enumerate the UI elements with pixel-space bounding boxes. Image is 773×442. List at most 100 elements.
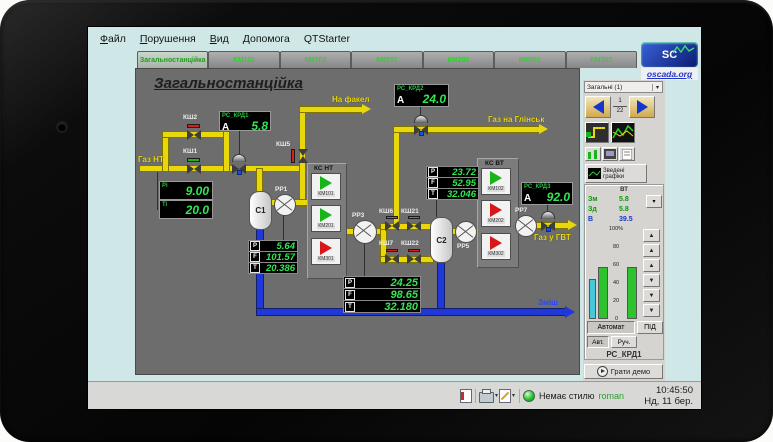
valve-ksh21[interactable] [407, 221, 421, 231]
prev-page-button[interactable] [585, 96, 611, 118]
separator-c1[interactable]: C1 [249, 191, 272, 230]
step-max-button[interactable]: ▲ [643, 229, 660, 242]
control-panel: Загальні (1) ▾ 1 22 [583, 80, 665, 382]
exchanger-pp5[interactable] [455, 221, 477, 243]
param-letter: P [345, 278, 355, 288]
compressor-km301[interactable]: КМ301 [311, 238, 341, 265]
date-value: Нд, 11 бер. [644, 396, 693, 407]
valve-ksh6[interactable] [385, 221, 399, 231]
valve-ksh5-label: КШ5 [276, 141, 290, 148]
param-value: 32.046 [439, 189, 478, 200]
tablet-frame: Файл Порушення Вид Допомога QTStarter За… [0, 0, 773, 442]
tab-km202[interactable]: КМ202 [423, 51, 494, 68]
gvt-flow-label: Газ у ГВТ [534, 233, 571, 242]
document-view-button[interactable] [619, 147, 635, 161]
compressor-km302-label: КМ302 [487, 251, 504, 257]
connector-line [157, 169, 158, 210]
control-valve-krd3-positioner [546, 227, 551, 232]
valve-ksh1-state [187, 158, 200, 162]
scale-40: 40 [613, 280, 619, 286]
next-page-button[interactable] [629, 96, 655, 118]
exchanger-pp5-label: РР5 [457, 243, 469, 250]
graph-thumbnail-icon [588, 168, 601, 179]
printer-icon[interactable] [479, 392, 494, 403]
compressor-km101[interactable]: КМ101 [311, 173, 341, 200]
menu-file[interactable]: Файл [100, 33, 126, 45]
step-up-fast-button[interactable]: ▲ [643, 244, 660, 257]
param-letter: F [250, 252, 260, 262]
tab-km302[interactable]: КМ302 [566, 51, 637, 68]
tab-zagalnostanciyka[interactable]: Загальностанційка [137, 51, 208, 68]
compressor-km102[interactable]: КМ102 [481, 168, 511, 195]
valve-ksh22[interactable] [407, 254, 421, 264]
tab-km101[interactable]: КМ101 [208, 51, 279, 68]
mnemo-view-button[interactable] [585, 122, 609, 143]
bars-view-button[interactable] [585, 147, 601, 161]
arrow-down-icon: ▼ [649, 308, 655, 314]
step-down-button[interactable]: ▼ [643, 274, 660, 287]
meter-pi[interactable]: Pi 9.00 [159, 181, 213, 200]
chevron-down-icon[interactable]: ▾ [512, 392, 515, 399]
regulator-krd1-display[interactable]: РС_КРД1 А 5.8 [219, 111, 271, 131]
arrow-right-icon [637, 100, 648, 114]
play-demo-button[interactable]: Грати демо [584, 364, 663, 379]
screen-view-button[interactable] [602, 147, 618, 161]
param-value: 20.386 [261, 263, 297, 274]
valve-ksh5[interactable] [298, 149, 308, 163]
oscada-site-link[interactable]: oscada.org [641, 68, 698, 80]
separator-c2[interactable]: C2 [430, 217, 453, 263]
exchanger-pp3[interactable] [353, 220, 377, 244]
group-select-combobox[interactable]: Загальні (1) ▾ [584, 81, 663, 93]
param-letter: T [250, 263, 260, 273]
menu-qtstarter[interactable]: QTStarter [304, 33, 350, 45]
edit-document-icon[interactable] [499, 389, 511, 403]
tab-km201[interactable]: КМ201 [351, 51, 422, 68]
menu-view[interactable]: Вид [210, 33, 229, 45]
summary-graphs-button[interactable]: Зведені графіки [585, 164, 647, 183]
time-value: 10:45:50 [644, 385, 693, 396]
gas-pipe [163, 132, 168, 171]
screen-icon [604, 149, 616, 159]
compressor-km302[interactable]: КМ302 [481, 233, 511, 260]
regulator-krd2-display[interactable]: РС_КРД2 А 24.0 [394, 84, 449, 107]
valve-ksh2[interactable] [187, 130, 201, 140]
sub-manual-button[interactable]: Руч. [611, 336, 637, 348]
mode-auto-button[interactable]: Автомат [587, 321, 635, 334]
chevron-down-icon[interactable]: ▾ [495, 392, 498, 399]
step-min-button[interactable]: ▼ [643, 304, 660, 317]
chevron-down-icon: ▾ [652, 84, 662, 91]
compressor-km201[interactable]: КМ201 [311, 205, 341, 232]
output-bargraph [589, 279, 596, 319]
tab-km301[interactable]: КМ301 [494, 51, 565, 68]
arrow-up-icon: ▲ [649, 248, 655, 254]
document-icon[interactable] [460, 389, 472, 403]
sub-auto-label: Авт. [592, 339, 604, 346]
compressor-km202[interactable]: КМ202 [481, 200, 511, 227]
charts-view-button[interactable] [611, 122, 635, 143]
param-value: 101.57 [261, 252, 297, 263]
menu-help[interactable]: Допомога [243, 33, 290, 45]
meter-pft-c1[interactable]: P5.64 F101.57 T20.386 [248, 241, 298, 274]
tab-km102[interactable]: КМ102 [280, 51, 351, 68]
valve-ksh22-label: КШ22 [401, 240, 419, 247]
param-dropdown-button[interactable]: ▾ [646, 195, 662, 208]
valve-ksh7[interactable] [385, 254, 399, 264]
compressor-km102-label: КМ102 [487, 186, 504, 192]
mode-pid-button[interactable]: ПІД [637, 321, 663, 334]
meter-pi-label: Pi [162, 183, 168, 189]
menu-violations[interactable]: Порушення [140, 33, 196, 45]
step-up-button[interactable]: ▲ [643, 259, 660, 272]
control-valve-krd1-actuator [232, 154, 246, 162]
exchanger-pp1[interactable] [274, 194, 296, 216]
regulator-krd3-display[interactable]: РС_КРД3 А 92.0 [521, 182, 573, 205]
valve-ksh7-label: КШ7 [379, 240, 393, 247]
sub-auto-button[interactable]: Авт. [587, 336, 609, 348]
meter-pft-c2[interactable]: P23.72 F52.95 T32.046 [426, 167, 479, 200]
meter-ti[interactable]: Ti 20.0 [159, 200, 213, 219]
step-down-fast-button[interactable]: ▼ [643, 289, 660, 302]
stop-state-icon [320, 241, 332, 255]
pv-label: Зм [588, 196, 598, 203]
valve-ksh1[interactable] [187, 164, 201, 174]
regulator-mode: А [397, 95, 404, 106]
meter-pft-ks-nt[interactable]: P24.25 F98.65 T32.180 [343, 277, 421, 313]
